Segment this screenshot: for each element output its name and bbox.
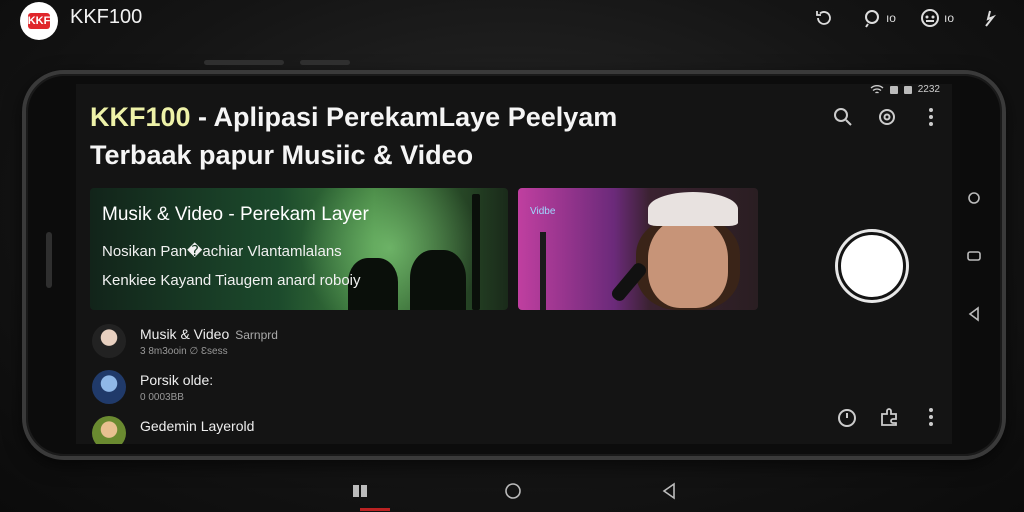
- system-nav-bar: [0, 478, 1024, 506]
- page-title-line2: Terbaak papur Musiic & Video: [90, 140, 474, 170]
- status-time: 2232: [917, 84, 940, 95]
- app-title: KKF100: [70, 6, 143, 28]
- bottom-actions: [836, 406, 942, 428]
- list-item-name: Musik & Video: [140, 326, 230, 342]
- title-rest: - Aplipasi PerekamLaye Peelyam: [190, 102, 618, 132]
- list-item-name: Porsik olde:: [140, 372, 214, 388]
- list-item-sub: Sarnprd: [235, 328, 278, 342]
- title-highlight: KKF100: [90, 102, 191, 132]
- progress-accent: [360, 508, 390, 511]
- header-actions: [832, 106, 942, 128]
- battery-icon: [889, 85, 898, 94]
- puzzle-icon[interactable]: [878, 406, 900, 428]
- performer-silhouette: [410, 250, 466, 310]
- page-title: KKF100 - Aplipasi PerekamLaye Peelyam Te…: [90, 98, 617, 174]
- page-title-line1: KKF100 - Aplipasi PerekamLaye Peelyam: [90, 98, 617, 136]
- settings-icon[interactable]: [876, 106, 898, 128]
- wifi-icon: [870, 84, 884, 94]
- singer-face: [648, 218, 728, 308]
- signal-icon[interactable]: [978, 8, 998, 28]
- top-bar: KKF KKF100 ıo ıo: [0, 0, 1024, 40]
- home-icon[interactable]: [504, 482, 522, 500]
- app-logo[interactable]: KKF: [20, 2, 58, 40]
- list-item-meta: 3 8m3ooin ∅ Ɛsess: [140, 346, 228, 357]
- recent-apps-icon[interactable]: [351, 482, 369, 500]
- phone-top-button-2: [300, 60, 350, 65]
- gamepad-icon[interactable]: ıo: [920, 8, 954, 28]
- timer-icon[interactable]: [836, 406, 858, 428]
- notification-icon: [903, 85, 912, 94]
- gamepad-label: ıo: [943, 11, 954, 25]
- list-item-name: Gedemin Layerold: [140, 418, 255, 434]
- recent-apps-icon[interactable]: [966, 190, 982, 206]
- phone-screen: 2232 KKF100 - Aplipasi PerekamLaye Peely…: [76, 84, 952, 444]
- phone-side-button: [46, 232, 52, 288]
- featured-line2: Kenkiee Kayand Tiaugem anard roboiy: [102, 272, 361, 289]
- avatar: [92, 324, 126, 358]
- status-bar: 2232: [870, 84, 940, 95]
- featured-card-music-video[interactable]: Musik & Video - Perekam Layer Nosikan Pa…: [90, 188, 508, 310]
- top-indicators: ıo ıo: [814, 8, 998, 28]
- home-icon[interactable]: [966, 248, 982, 264]
- more-options-icon[interactable]: [920, 406, 942, 428]
- avatar: [92, 416, 126, 444]
- back-icon[interactable]: [966, 306, 982, 322]
- location-icon[interactable]: ıo: [862, 8, 896, 28]
- logo-mark: KKF: [27, 13, 51, 29]
- list-item-title: Porsik olde:: [140, 372, 219, 388]
- search-icon[interactable]: [832, 106, 854, 128]
- featured-card-singer[interactable]: Vidbe: [518, 188, 758, 310]
- list-item-title: Musik & Video Sarnprd: [140, 326, 278, 342]
- more-options-icon[interactable]: [920, 106, 942, 128]
- phone-nav-bar: [966, 190, 982, 322]
- mic-stand: [540, 232, 546, 310]
- avatar: [92, 370, 126, 404]
- list-item-title: Gedemin Layerold: [140, 418, 260, 434]
- location-label: ıo: [885, 11, 896, 25]
- list-item-meta: 0 0003BB: [140, 392, 184, 403]
- featured-line1: Nosikan Pan�achiar Vlantamlalans: [102, 243, 342, 260]
- record-button[interactable]: [838, 232, 906, 300]
- featured-title: Musik & Video - Perekam Layer: [102, 204, 369, 225]
- video-tag: Vidbe: [530, 206, 556, 217]
- guitar-neck: [472, 194, 480, 310]
- rotate-icon[interactable]: [814, 8, 838, 28]
- singer-cap: [648, 192, 738, 226]
- phone-top-button: [204, 60, 284, 65]
- back-icon[interactable]: [660, 482, 678, 500]
